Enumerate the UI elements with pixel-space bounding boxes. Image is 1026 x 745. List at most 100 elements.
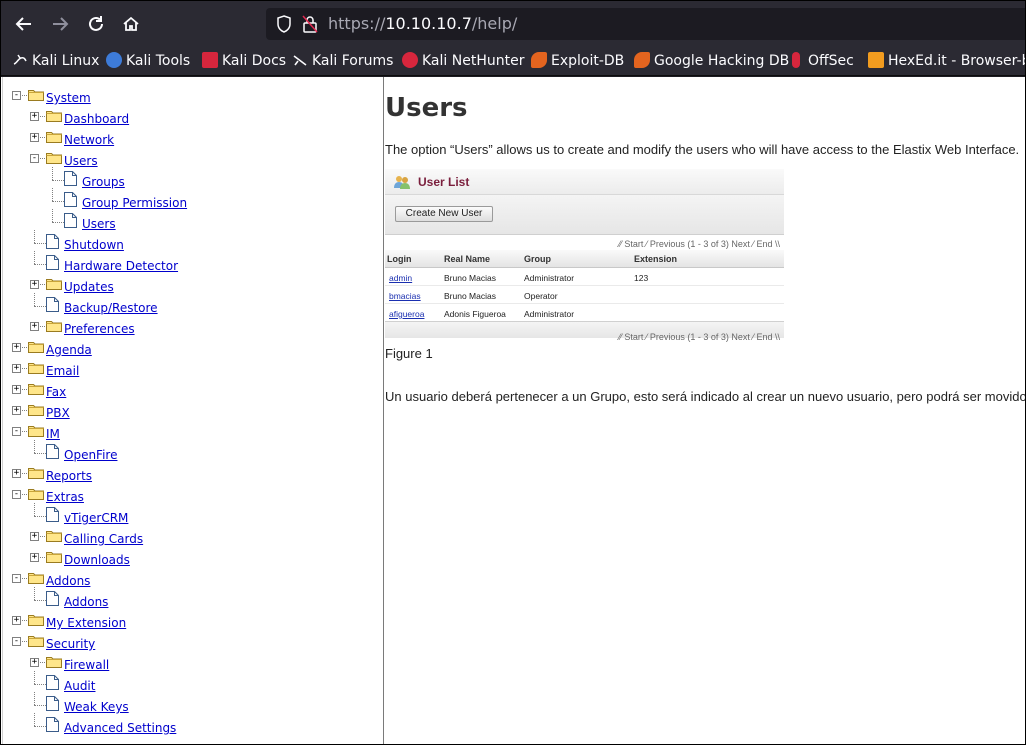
expand-plus-icon[interactable]: + xyxy=(30,112,39,121)
expand-plus-icon[interactable]: + xyxy=(12,469,21,478)
collapse-minus-icon[interactable]: - xyxy=(12,490,21,499)
tree-link[interactable]: Users xyxy=(82,217,116,231)
tree-link[interactable]: Advanced Settings xyxy=(64,721,176,735)
bookmark-ghdb[interactable]: Google Hacking DB xyxy=(634,52,789,70)
tree-link[interactable]: Updates xyxy=(64,280,114,294)
tree-item: OpenFire xyxy=(3,440,383,465)
expand-plus-icon[interactable]: + xyxy=(30,658,39,667)
tree-link[interactable]: Calling Cards xyxy=(64,532,143,546)
pager-end[interactable]: End xyxy=(756,332,772,342)
table-row: bmacias Bruno Macias Operator xyxy=(385,286,784,304)
tracking-shield-icon[interactable] xyxy=(276,15,292,33)
expand-plus-icon[interactable]: + xyxy=(12,406,21,415)
pager-end[interactable]: End xyxy=(756,239,772,249)
tree-link[interactable]: Email xyxy=(46,364,79,378)
tree-connector xyxy=(34,230,35,243)
tree-link[interactable]: Reports xyxy=(46,469,92,483)
tree-link[interactable]: Addons xyxy=(46,574,90,588)
tree-link[interactable]: PBX xyxy=(46,406,70,420)
tree-connector xyxy=(34,243,46,244)
url-text[interactable]: https://10.10.10.7/help/ xyxy=(328,14,517,33)
expand-plus-icon[interactable]: + xyxy=(30,553,39,562)
login-link[interactable]: admin xyxy=(389,273,412,283)
tree-connector xyxy=(40,116,45,117)
reload-icon[interactable] xyxy=(82,10,110,38)
home-icon[interactable] xyxy=(117,10,145,38)
expand-plus-icon[interactable]: + xyxy=(12,343,21,352)
bookmark-kali-tools[interactable]: Kali Tools xyxy=(106,52,190,70)
tree-connector xyxy=(34,600,46,601)
tree-link[interactable]: Firewall xyxy=(64,658,109,672)
pager-info[interactable]: Previous (1 - 3 of 3) Next xyxy=(650,239,750,249)
tree-link[interactable]: Dashboard xyxy=(64,112,129,126)
tree-link[interactable]: OpenFire xyxy=(64,448,117,462)
expand-plus-icon[interactable]: + xyxy=(12,616,21,625)
table-cell: Adonis Figueroa xyxy=(444,309,506,319)
tree-link[interactable]: Addons xyxy=(64,595,108,609)
folder-icon xyxy=(28,613,44,626)
tree-link[interactable]: Preferences xyxy=(64,322,135,336)
tree-link[interactable]: Agenda xyxy=(46,343,92,357)
collapse-minus-icon[interactable]: - xyxy=(30,154,39,163)
login-link[interactable]: afigueroa xyxy=(389,309,424,319)
collapse-minus-icon[interactable]: - xyxy=(12,427,21,436)
tree-link[interactable]: Group Permission xyxy=(82,196,187,210)
tree-link[interactable]: Users xyxy=(64,154,98,168)
tree-link[interactable]: Network xyxy=(64,133,114,147)
bookmark-kali-linux[interactable]: Kali Linux xyxy=(12,52,99,70)
tree-connector xyxy=(34,692,35,705)
tree-item: + My Extension xyxy=(3,612,383,633)
tree-item: + Fax xyxy=(3,381,383,402)
insecure-lock-icon[interactable] xyxy=(302,15,318,33)
collapse-minus-icon[interactable]: - xyxy=(12,637,21,646)
tree-item: vTigerCRM xyxy=(3,503,383,528)
tree-item: + Reports xyxy=(3,465,383,486)
figure-pager-bottom: ⁄⁄ Start ⁄ Previous (1 - 3 of 3) Next ⁄ … xyxy=(619,332,780,342)
tree-connector xyxy=(22,389,27,390)
create-new-user-button[interactable]: Create New User xyxy=(395,206,493,222)
tree-item: - System xyxy=(3,87,383,108)
tree-link[interactable]: Downloads xyxy=(64,553,130,567)
url-bar[interactable]: https://10.10.10.7/help/ xyxy=(266,8,1026,40)
tree-link[interactable]: Extras xyxy=(46,490,84,504)
spanish-paragraph: Un usuario deberá pertenecer a un Grupo,… xyxy=(385,389,1026,404)
expand-plus-icon[interactable]: + xyxy=(30,532,39,541)
expand-plus-icon[interactable]: + xyxy=(30,280,39,289)
tree-link[interactable]: vTigerCRM xyxy=(64,511,128,525)
bookmark-exploit-db[interactable]: Exploit-DB xyxy=(531,52,624,70)
bookmark-kali-docs[interactable]: Kali Docs xyxy=(202,52,286,70)
tree-connector xyxy=(40,158,45,159)
tree-link[interactable]: Weak Keys xyxy=(64,700,129,714)
bookmark-kali-forums[interactable]: Kali Forums xyxy=(292,52,393,70)
pager-info[interactable]: Previous (1 - 3 of 3) Next xyxy=(650,332,750,342)
tree-link[interactable]: Backup/Restore xyxy=(64,301,158,315)
tree-link[interactable]: Fax xyxy=(46,385,66,399)
tree-link[interactable]: Audit xyxy=(64,679,95,693)
kali-dragon-icon xyxy=(12,52,28,68)
collapse-minus-icon[interactable]: - xyxy=(12,574,21,583)
tree-item: - Users xyxy=(3,150,383,171)
tree-link[interactable]: Shutdown xyxy=(64,238,124,252)
expand-plus-icon[interactable]: + xyxy=(12,364,21,373)
folder-icon xyxy=(28,634,44,647)
expand-plus-icon[interactable]: + xyxy=(30,322,39,331)
tree-link[interactable]: Hardware Detector xyxy=(64,259,178,273)
tree-link[interactable]: Security xyxy=(46,637,95,651)
tree-link[interactable]: System xyxy=(46,91,91,105)
collapse-minus-icon[interactable]: - xyxy=(12,91,21,100)
bookmark-offsec[interactable]: OffSec xyxy=(792,52,854,70)
tree-connector xyxy=(22,95,27,96)
forward-arrow-icon[interactable] xyxy=(46,10,74,38)
tree-link[interactable]: Groups xyxy=(82,175,125,189)
bookmark-kali-nethunter[interactable]: Kali NetHunter xyxy=(402,52,524,70)
pager-start[interactable]: Start xyxy=(624,239,643,249)
tree-link[interactable]: My Extension xyxy=(46,616,126,630)
expand-plus-icon[interactable]: + xyxy=(12,385,21,394)
bookmark-hexed[interactable]: HexEd.it - Browser-b xyxy=(868,52,1026,70)
tree-link[interactable]: IM xyxy=(46,427,60,441)
pager-start[interactable]: Start xyxy=(624,332,643,342)
login-link[interactable]: bmacias xyxy=(389,291,421,301)
back-arrow-icon[interactable] xyxy=(10,10,38,38)
tree-item: + PBX xyxy=(3,402,383,423)
expand-plus-icon[interactable]: + xyxy=(30,133,39,142)
